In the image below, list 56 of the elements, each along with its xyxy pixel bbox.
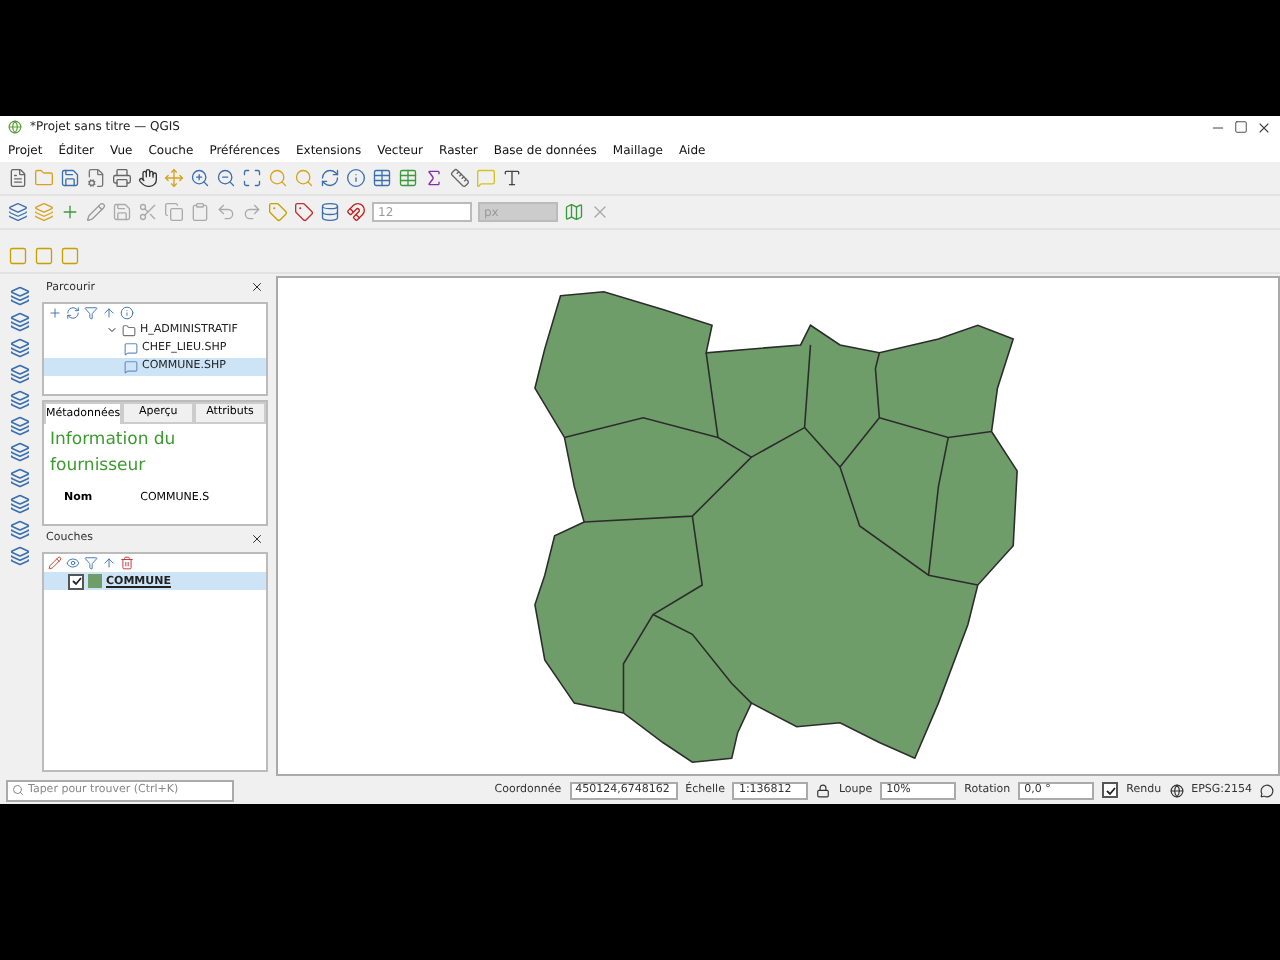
lock-icon[interactable] [816, 783, 831, 797]
zoom-in-icon[interactable] [190, 168, 210, 188]
pan-icon[interactable] [138, 168, 158, 188]
refresh-icon[interactable] [66, 305, 80, 320]
layers-icon[interactable] [8, 202, 28, 222]
chevron-icon[interactable] [106, 324, 118, 337]
plus-icon[interactable] [60, 202, 80, 222]
zoom-out-icon[interactable] [216, 168, 236, 188]
add-layer-icon[interactable] [10, 286, 30, 306]
printer-icon[interactable] [112, 168, 132, 188]
add-layer-icon[interactable] [10, 364, 30, 384]
search-icon [12, 784, 24, 796]
add-layer-icon[interactable] [10, 338, 30, 358]
save-icon[interactable] [60, 168, 80, 188]
folder-icon [122, 323, 136, 338]
pencil-icon[interactable] [48, 556, 62, 571]
move-up-icon[interactable] [102, 556, 116, 571]
layer-checkbox[interactable] [68, 573, 84, 590]
close-icon[interactable] [1256, 119, 1272, 135]
clipboard-icon[interactable] [190, 202, 210, 222]
collapse-icon[interactable] [102, 305, 116, 320]
document-icon[interactable] [86, 168, 106, 188]
close-icon[interactable] [250, 280, 264, 295]
add-layer-icon[interactable] [10, 520, 30, 540]
info-icon[interactable] [120, 305, 134, 320]
refresh-icon[interactable] [320, 168, 340, 188]
maximize-icon[interactable] [1234, 120, 1248, 134]
new-file-icon[interactable] [8, 168, 28, 188]
map-icon[interactable] [564, 202, 584, 222]
add-layer-icon[interactable] [10, 312, 30, 332]
table-icon[interactable] [372, 168, 392, 188]
close-icon[interactable] [250, 531, 264, 546]
label-icon[interactable] [294, 202, 314, 222]
add-layer-icon[interactable] [10, 546, 30, 566]
zoom-full-icon[interactable] [242, 168, 262, 188]
add-layer-icon[interactable] [10, 416, 30, 436]
text-icon[interactable] [502, 168, 522, 188]
ruler-icon[interactable] [450, 168, 470, 188]
pencil-icon[interactable] [86, 202, 106, 222]
table-icon[interactable] [398, 168, 418, 188]
globe-icon[interactable] [1169, 783, 1184, 797]
add-layer-icon[interactable] [10, 468, 30, 488]
eye-icon[interactable] [66, 556, 80, 571]
app-logo-icon [8, 120, 22, 134]
messages-icon[interactable] [1260, 783, 1274, 797]
database-icon[interactable] [320, 202, 340, 222]
filter-icon[interactable] [84, 305, 98, 320]
section-heading: Information du fournisseur [48, 427, 178, 480]
add-layer-icon[interactable] [10, 494, 30, 514]
magnet-icon[interactable] [346, 202, 366, 222]
sigma-icon[interactable] [424, 168, 444, 188]
render-checkbox[interactable] [1102, 782, 1119, 798]
remove-icon[interactable] [120, 556, 134, 571]
add-layer-icon[interactable] [10, 442, 30, 462]
identify-icon[interactable] [346, 168, 366, 188]
add-layer-icon[interactable] [10, 390, 30, 410]
